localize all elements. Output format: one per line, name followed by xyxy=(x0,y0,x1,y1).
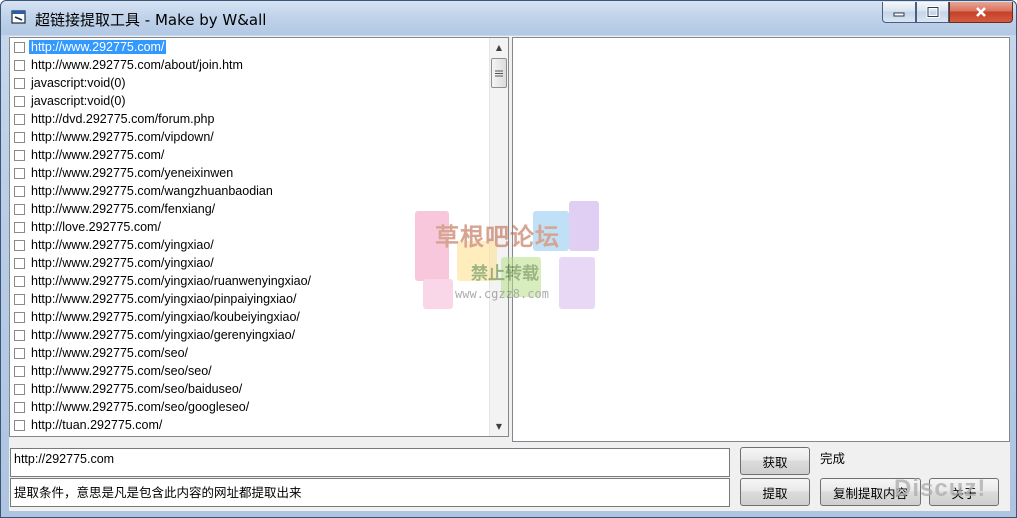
link-checklist[interactable]: http://www.292775.com/http://www.292775.… xyxy=(9,37,509,437)
link-url-text: http://www.292775.com/seo/ xyxy=(31,346,189,360)
link-list-item[interactable]: http://www.292775.com/ xyxy=(10,146,489,164)
filter-input[interactable]: 提取条件，意思是凡是包含此内容的网址都提取出来 xyxy=(10,478,730,507)
close-button[interactable] xyxy=(949,2,1013,23)
link-list-item[interactable]: http://www.292775.com/seo/baiduseo/ xyxy=(10,380,489,398)
status-text: 完成 xyxy=(820,451,846,466)
link-list-item[interactable]: http://www.292775.com/yingxiao/ xyxy=(10,254,489,272)
link-url-text: http://dvd.292775.com/forum.php xyxy=(31,112,215,126)
link-checkbox[interactable] xyxy=(14,95,25,107)
scroll-down-arrow-icon[interactable]: ▼ xyxy=(490,417,508,435)
link-list-items: http://www.292775.com/http://www.292775.… xyxy=(10,38,489,434)
link-url-text: http://www.292775.com/yingxiao/ xyxy=(31,238,214,252)
link-url-text: http://www.292775.com/yingxiao/pinpaiyin… xyxy=(31,292,297,306)
link-checkbox[interactable] xyxy=(14,383,25,395)
link-checkbox[interactable] xyxy=(14,311,25,323)
about-button[interactable]: 关于 xyxy=(929,478,999,506)
link-list-item[interactable]: http://www.292775.com/yingxiao/pinpaiyin… xyxy=(10,290,489,308)
link-url-text: javascript:void(0) xyxy=(31,76,126,90)
link-list-item[interactable]: http://www.292775.com/yingxiao/koubeiyin… xyxy=(10,308,489,326)
url-input[interactable]: http://292775.com xyxy=(10,448,730,477)
link-checkbox[interactable] xyxy=(14,347,25,359)
link-checkbox[interactable] xyxy=(14,149,25,161)
link-list-item[interactable]: javascript:void(0) xyxy=(10,74,489,92)
fetch-button[interactable]: 获取 xyxy=(740,447,810,475)
link-url-text: http://www.292775.com/vipdown/ xyxy=(31,130,214,144)
link-checkbox[interactable] xyxy=(14,257,25,269)
link-url-text: http://www.292775.com/yingxiao/koubeiyin… xyxy=(31,310,300,324)
link-list-item[interactable]: http://love.292775.com/ xyxy=(10,218,489,236)
extracted-content-box[interactable] xyxy=(512,37,1010,442)
link-checkbox[interactable] xyxy=(14,401,25,413)
link-url-text: http://www.292775.com/seo/seo/ xyxy=(31,364,212,378)
link-url-text: http://www.292775.com/seo/googleseo/ xyxy=(31,400,250,414)
copy-content-button[interactable]: 复制提取内容 xyxy=(820,478,921,506)
link-list-item[interactable]: http://www.292775.com/yeneixinwen xyxy=(10,164,489,182)
maximize-icon xyxy=(926,6,939,18)
app-window-icon xyxy=(11,10,26,24)
link-checkbox[interactable] xyxy=(14,113,25,125)
link-checkbox[interactable] xyxy=(14,221,25,233)
client-area: http://www.292775.com/http://www.292775.… xyxy=(9,36,1010,511)
fetch-button-label: 获取 xyxy=(762,454,788,470)
link-list-item[interactable]: http://www.292775.com/yingxiao/ruanwenyi… xyxy=(10,272,489,290)
link-checkbox[interactable] xyxy=(14,365,25,377)
link-url-text: http://www.292775.com/yeneixinwen xyxy=(31,166,234,180)
link-list-item[interactable]: http://www.292775.com/ xyxy=(10,38,489,56)
copy-content-button-label: 复制提取内容 xyxy=(832,485,908,501)
extract-button-label: 提取 xyxy=(762,485,788,501)
link-url-text: http://www.292775.com/ xyxy=(31,148,165,162)
link-url-text: http://www.292775.com/about/join.htm xyxy=(31,58,243,72)
link-list-item[interactable]: http://www.292775.com/seo/googleseo/ xyxy=(10,398,489,416)
link-url-text: http://www.292775.com/ xyxy=(29,40,167,54)
extract-button[interactable]: 提取 xyxy=(740,478,810,506)
link-url-text: http://www.292775.com/seo/baiduseo/ xyxy=(31,382,243,396)
scroll-thumb[interactable] xyxy=(491,58,507,88)
close-icon xyxy=(976,7,986,17)
list-vertical-scrollbar[interactable]: ▲ ▼ xyxy=(489,38,508,436)
link-url-text: http://www.292775.com/fenxiang/ xyxy=(31,202,216,216)
app-window: 超链接提取工具 - Make by W&all http://www.29277… xyxy=(0,0,1017,518)
link-checkbox[interactable] xyxy=(14,239,25,251)
link-list-item[interactable]: http://www.292775.com/fenxiang/ xyxy=(10,200,489,218)
link-list-item[interactable]: http://www.292775.com/wangzhuanbaodian xyxy=(10,182,489,200)
link-list-item[interactable]: http://dvd.292775.com/forum.php xyxy=(10,110,489,128)
link-checkbox[interactable] xyxy=(14,185,25,197)
scroll-up-arrow-icon[interactable]: ▲ xyxy=(490,38,508,56)
link-checkbox[interactable] xyxy=(14,293,25,305)
about-button-label: 关于 xyxy=(951,485,977,501)
grip-icon xyxy=(495,70,503,76)
link-url-text: http://love.292775.com/ xyxy=(31,220,161,234)
link-list-item[interactable]: http://www.292775.com/seo/seo/ xyxy=(10,362,489,380)
link-checkbox[interactable] xyxy=(14,167,25,179)
link-url-text: http://www.292775.com/yingxiao/ xyxy=(31,256,214,270)
link-checkbox[interactable] xyxy=(14,329,25,341)
link-list-item[interactable]: http://www.292775.com/vipdown/ xyxy=(10,128,489,146)
link-checkbox[interactable] xyxy=(14,41,25,53)
link-url-text: http://tuan.292775.com/ xyxy=(31,418,163,432)
minimize-icon xyxy=(893,12,905,17)
minimize-button[interactable] xyxy=(882,2,916,23)
link-checkbox[interactable] xyxy=(14,77,25,89)
link-checkbox[interactable] xyxy=(14,419,25,431)
maximize-button[interactable] xyxy=(916,2,949,23)
window-title: 超链接提取工具 - Make by W&all xyxy=(35,11,267,29)
link-checkbox[interactable] xyxy=(14,275,25,287)
link-list-item[interactable]: http://www.292775.com/seo/ xyxy=(10,344,489,362)
link-checkbox[interactable] xyxy=(14,131,25,143)
link-list-item[interactable]: http://www.292775.com/yingxiao/gerenying… xyxy=(10,326,489,344)
link-url-text: http://www.292775.com/wangzhuanbaodian xyxy=(31,184,273,198)
link-list-item[interactable]: javascript:void(0) xyxy=(10,92,489,110)
link-checkbox[interactable] xyxy=(14,59,25,71)
link-url-text: http://www.292775.com/yingxiao/gerenying… xyxy=(31,328,296,342)
link-checkbox[interactable] xyxy=(14,203,25,215)
link-list-item[interactable]: http://www.292775.com/yingxiao/ xyxy=(10,236,489,254)
link-url-text: javascript:void(0) xyxy=(31,94,126,108)
title-bar[interactable]: 超链接提取工具 - Make by W&all xyxy=(1,1,1016,35)
link-list-item[interactable]: http://www.292775.com/about/join.htm xyxy=(10,56,489,74)
link-list-item[interactable]: http://tuan.292775.com/ xyxy=(10,416,489,434)
link-url-text: http://www.292775.com/yingxiao/ruanwenyi… xyxy=(31,274,312,288)
